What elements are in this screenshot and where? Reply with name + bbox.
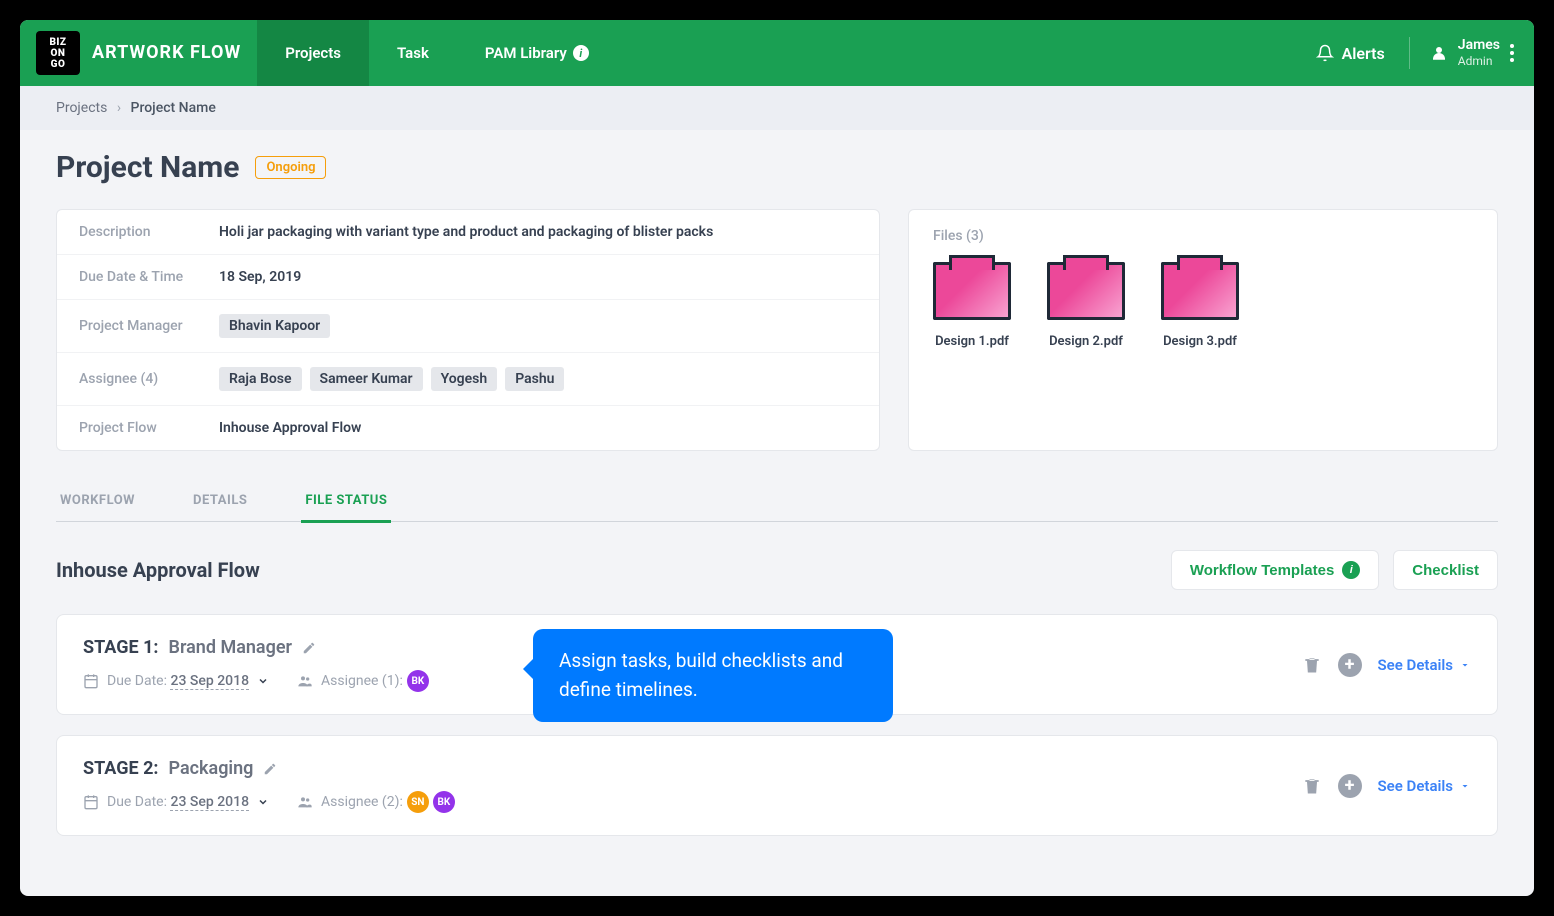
bizongo-logo: BIZ ON GO	[36, 31, 80, 75]
avatar[interactable]: BK	[433, 791, 455, 813]
edit-icon[interactable]	[302, 641, 316, 655]
edit-icon[interactable]	[263, 762, 277, 776]
assignee-chip[interactable]: Pashu	[505, 367, 564, 391]
file-thumbnail	[1161, 262, 1239, 320]
file-item[interactable]: Design 1.pdf	[933, 262, 1011, 349]
tab-workflow[interactable]: WORKFLOW	[56, 481, 139, 523]
file-name: Design 2.pdf	[1047, 334, 1125, 349]
files-label: Files (3)	[933, 228, 1473, 244]
status-badge: Ongoing	[255, 156, 326, 179]
assignee-label: Assignee (4)	[79, 371, 219, 387]
assignee-chip[interactable]: Sameer Kumar	[310, 367, 423, 391]
info-icon[interactable]: i	[573, 45, 589, 61]
see-details-button[interactable]: See Details	[1378, 777, 1471, 795]
description-label: Description	[79, 224, 219, 240]
stage-name: Packaging	[169, 758, 254, 779]
tooltip: Assign tasks, build checklists and defin…	[533, 629, 893, 722]
checklist-button[interactable]: Checklist	[1393, 550, 1498, 590]
caret-down-icon	[1459, 659, 1471, 671]
calendar-icon	[83, 673, 99, 689]
stage-number: STAGE 2:	[83, 758, 159, 779]
user-role: Admin	[1458, 54, 1500, 68]
files-panel: Files (3) Design 1.pdf Design 2.pdf Design…	[908, 209, 1498, 451]
trash-icon[interactable]	[1302, 655, 1322, 675]
file-thumbnail	[933, 262, 1011, 320]
nav-tab-pam-library[interactable]: PAM Library i	[457, 20, 617, 86]
assignee-selector[interactable]: Assignee (1):BK	[297, 670, 429, 692]
due-date-picker[interactable]: Due Date: 23 Sep 2018	[83, 673, 269, 689]
file-thumbnail	[1047, 262, 1125, 320]
stage-name: Brand Manager	[169, 637, 292, 658]
assignee-chip[interactable]: Yogesh	[431, 367, 498, 391]
nav-tab-task[interactable]: Task	[369, 20, 457, 86]
chevron-down-icon	[257, 675, 269, 687]
workflow-templates-button[interactable]: Workflow Templates i	[1171, 550, 1379, 590]
top-navbar: BIZ ON GO ARTWORK FLOW Projects Task PAM…	[20, 20, 1534, 86]
file-name: Design 1.pdf	[933, 334, 1011, 349]
due-date-value: 18 Sep, 2019	[219, 269, 857, 285]
due-date-label: Due Date & Time	[79, 269, 219, 285]
flow-label: Project Flow	[79, 420, 219, 436]
tab-file-status[interactable]: FILE STATUS	[301, 481, 391, 523]
tab-details[interactable]: DETAILS	[189, 481, 251, 523]
nav-tab-projects[interactable]: Projects	[257, 20, 369, 86]
people-icon	[297, 673, 313, 689]
breadcrumb-root[interactable]: Projects	[56, 100, 107, 116]
add-button[interactable]: +	[1338, 653, 1362, 677]
breadcrumb-current: Project Name	[131, 100, 216, 116]
pm-chip[interactable]: Bhavin Kapoor	[219, 314, 330, 338]
pm-label: Project Manager	[79, 318, 219, 334]
stage-number: STAGE 1:	[83, 637, 159, 658]
people-icon	[297, 794, 313, 810]
breadcrumb: Projects › Project Name	[20, 86, 1534, 130]
user-menu[interactable]: James Admin	[1409, 37, 1514, 68]
chevron-down-icon	[257, 796, 269, 808]
stage-card: Assign tasks, build checklists and defin…	[56, 614, 1498, 715]
caret-down-icon	[1459, 780, 1471, 792]
see-details-button[interactable]: See Details	[1378, 656, 1471, 674]
calendar-icon	[83, 794, 99, 810]
app-name: ARTWORK FLOW	[92, 43, 241, 63]
file-name: Design 3.pdf	[1161, 334, 1239, 349]
description-value: Holi jar packaging with variant type and…	[219, 224, 857, 240]
stage-card: STAGE 2: Packaging Due Date: 23 Sep 2018 A…	[56, 735, 1498, 836]
assignee-selector[interactable]: Assignee (2):SNBK	[297, 791, 455, 813]
trash-icon[interactable]	[1302, 776, 1322, 796]
user-name: James	[1458, 37, 1500, 54]
more-icon[interactable]	[1510, 44, 1514, 62]
due-date-picker[interactable]: Due Date: 23 Sep 2018	[83, 794, 269, 810]
flow-value: Inhouse Approval Flow	[219, 420, 857, 436]
file-item[interactable]: Design 3.pdf	[1161, 262, 1239, 349]
flow-title: Inhouse Approval Flow	[56, 558, 260, 582]
page-title: Project Name	[56, 150, 239, 185]
alerts-button[interactable]: Alerts	[1316, 44, 1385, 63]
file-item[interactable]: Design 2.pdf	[1047, 262, 1125, 349]
avatar[interactable]: BK	[407, 670, 429, 692]
avatar[interactable]: SN	[407, 791, 429, 813]
bell-icon	[1316, 44, 1334, 62]
user-icon	[1430, 44, 1448, 62]
add-button[interactable]: +	[1338, 774, 1362, 798]
assignee-chip[interactable]: Raja Bose	[219, 367, 302, 391]
info-icon: i	[1342, 561, 1360, 579]
project-details-panel: Description Holi jar packaging with vari…	[56, 209, 880, 451]
